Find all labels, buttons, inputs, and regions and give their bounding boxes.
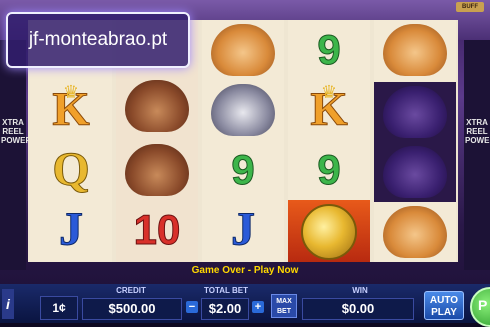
right-side-panel [464,40,490,270]
reel-3: 9 J [202,20,284,262]
game-status-message: Game Over - Play Now [191,265,299,276]
watermark-banner: jf-monteabrao.pt [6,12,190,68]
symbol-jack: J [59,203,84,256]
symbol-nine: 9 [317,146,341,193]
xtra-reel-power-left: XTRA REEL POWER [1,118,32,145]
wolf-icon [211,84,275,136]
buffalo-icon [383,86,447,138]
cougar-icon [383,24,447,76]
symbol-wolf [202,80,284,140]
cougar-icon [211,24,275,76]
win-label: WIN [352,286,368,295]
symbol-cougar [202,20,284,80]
elk-icon [125,144,189,196]
reel-5 [374,20,456,262]
symbol-jack: J [231,203,256,256]
symbol-king: ♛ K [310,82,348,136]
info-button[interactable]: i [2,289,14,319]
crown-icon: ♛ [62,82,80,102]
symbol-queen: Q [52,143,90,196]
total-bet-label: TOTAL BET [204,286,248,295]
symbol-gold-coin [288,202,370,262]
symbol-cougar [374,202,456,262]
buffalo-icon [383,146,447,198]
xtra-reel-power-right: XTRA REEL POWER [465,118,490,145]
gold-coin-icon [301,204,357,260]
reel-4: 9 ♛ K 9 [288,20,370,262]
symbol-elk [116,76,198,136]
symbol-ten: 10 [133,206,181,253]
game-logo-badge: BUFF [456,2,484,12]
denomination-button[interactable]: 1¢ [40,296,78,320]
symbol-elk [116,140,198,200]
elk-icon [125,80,189,132]
total-bet-value: $2.00 [201,298,249,320]
credit-label: CREDIT [116,286,146,295]
bet-decrease-button[interactable]: − [186,301,198,313]
max-bet-button[interactable]: MAX BET [271,294,297,318]
symbol-buffalo [374,142,456,202]
credit-value: $500.00 [82,298,182,320]
cougar-icon [383,206,447,258]
bet-increase-button[interactable]: + [252,301,264,313]
left-side-panel [0,40,26,270]
win-value: $0.00 [302,298,414,320]
crown-icon: ♛ [320,82,338,102]
symbol-cougar [374,20,456,80]
symbol-king: ♛ K [52,82,90,136]
auto-play-button[interactable]: AUTO PLAY [424,291,464,320]
symbol-nine: 9 [231,146,255,193]
symbol-buffalo [374,82,456,142]
symbol-nine: 9 [317,26,341,73]
